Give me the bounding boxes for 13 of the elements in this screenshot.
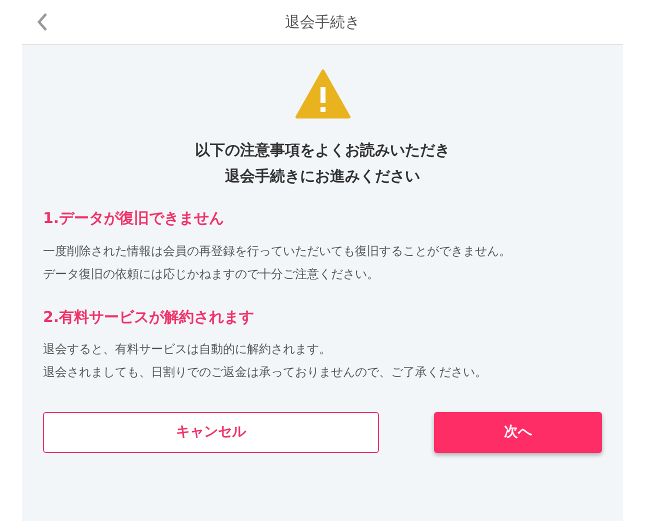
back-icon[interactable] bbox=[36, 12, 48, 32]
cancel-button[interactable]: キャンセル bbox=[43, 412, 379, 453]
body-text: 退会すると、有料サービスは自動的に解約されます。 bbox=[43, 341, 332, 358]
notice-text: 以下の注意事項をよくお読みいただき bbox=[195, 140, 450, 161]
page-title: 退会手続き bbox=[285, 12, 360, 33]
body-text: 退会されましても、日割りでのご返金は承っておりませんので、ご了承ください。 bbox=[43, 364, 488, 381]
body-text: 一度削除された情報は会員の再登録を行っていただいても復旧することができません。 bbox=[43, 242, 512, 260]
section-heading: 2.有料サービスが解約されます bbox=[43, 306, 256, 328]
notice-text: 退会手続きにお進みください bbox=[225, 166, 420, 187]
section-heading: 1.データが復旧できません bbox=[43, 208, 226, 229]
body-text: データ復旧の依頼には応じかねますので十分ご注意ください。 bbox=[43, 266, 380, 282]
warning-icon bbox=[294, 69, 350, 119]
next-button[interactable]: 次へ bbox=[434, 412, 602, 453]
